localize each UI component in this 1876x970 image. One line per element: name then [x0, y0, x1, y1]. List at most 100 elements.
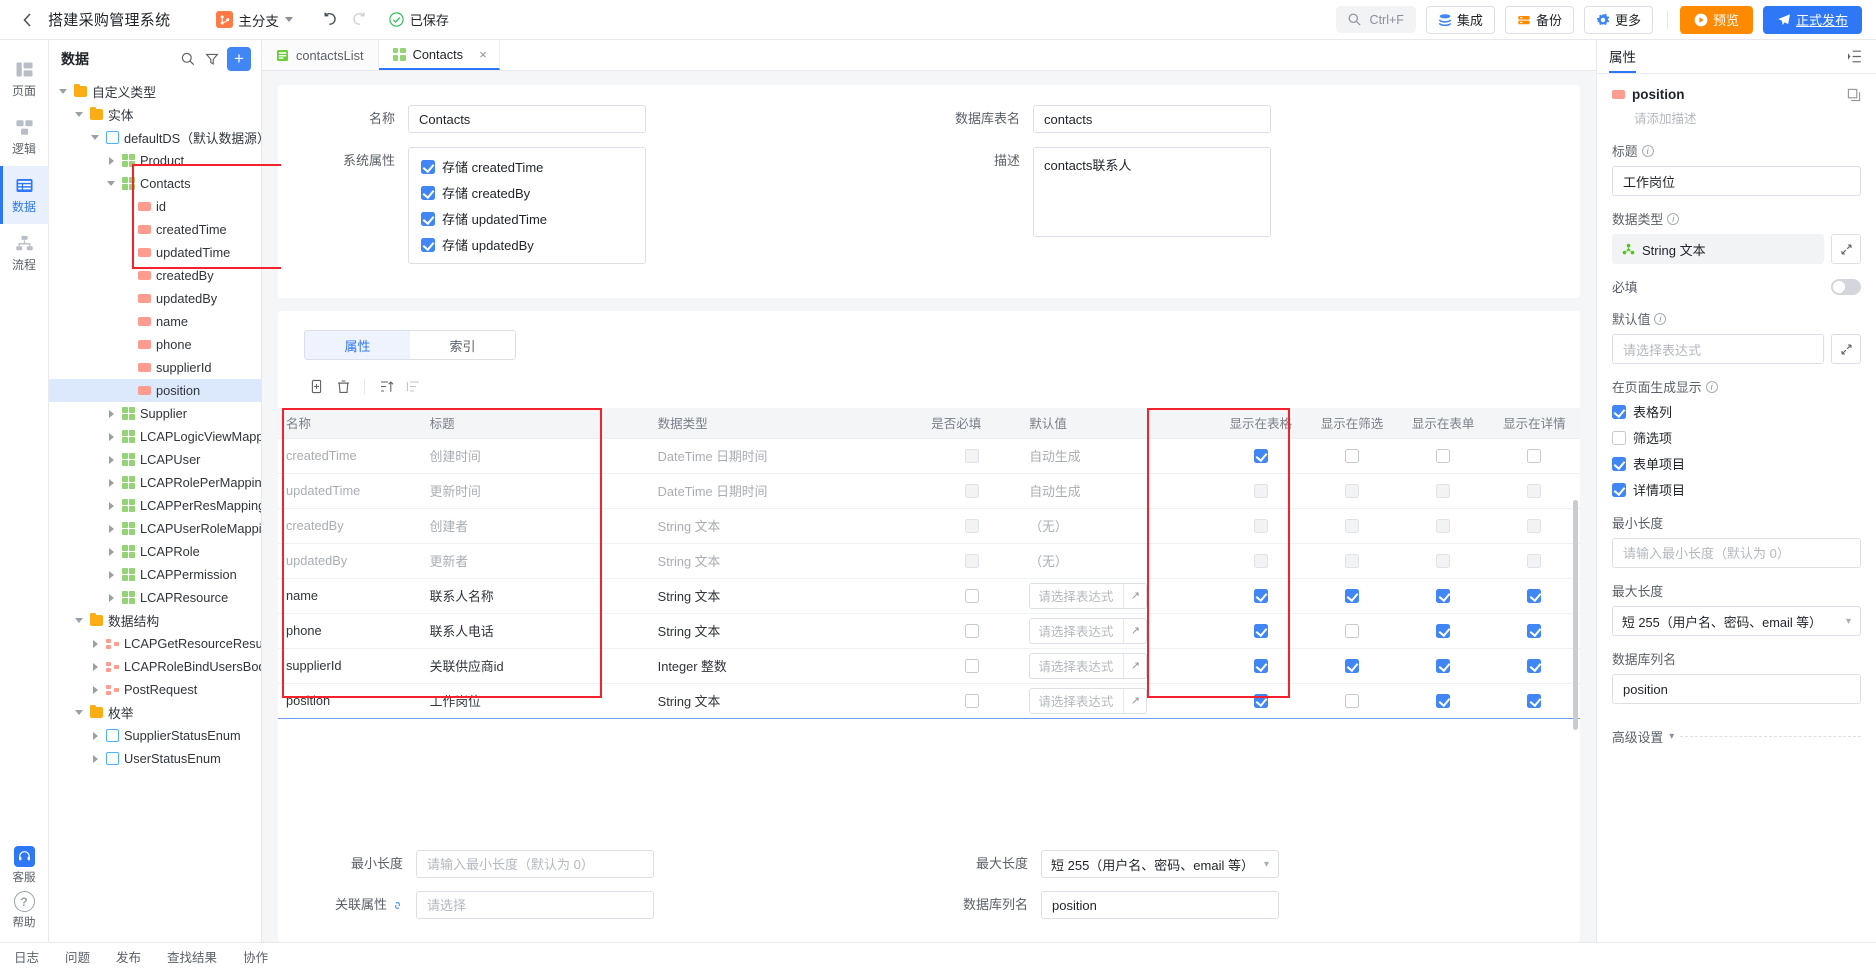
twisty-icon[interactable]: [105, 500, 117, 512]
table-row[interactable]: name 联系人名称 String 文本 请选择表达式 ↗: [278, 578, 1580, 614]
tree-node[interactable]: createdBy: [49, 264, 261, 287]
cell-in-form[interactable]: [1397, 473, 1489, 509]
cell-in-filter[interactable]: [1306, 438, 1398, 474]
cell-in-detail[interactable]: [1488, 682, 1580, 719]
tree-node[interactable]: LCAPUser: [49, 448, 261, 471]
checkbox-icon[interactable]: [1527, 693, 1542, 708]
table-row[interactable]: supplierId 关联供应商id Integer 整数 请选择表达式 ↗: [278, 648, 1580, 684]
cell-in-table[interactable]: [1215, 682, 1307, 719]
publish-button[interactable]: 正式发布: [1762, 5, 1862, 34]
info-icon[interactable]: i: [1641, 144, 1654, 157]
checkbox-icon[interactable]: [1253, 588, 1268, 603]
tab-contactsList[interactable]: contactsList: [262, 40, 379, 70]
tree-node[interactable]: LCAPRoleBindUsersBody: [49, 655, 261, 678]
tree-node[interactable]: LCAPLogicViewMapping: [49, 425, 261, 448]
tree-node[interactable]: Supplier: [49, 402, 261, 425]
checkbox-icon[interactable]: [1436, 693, 1451, 708]
checkbox-icon[interactable]: [1253, 448, 1268, 463]
cell-in-filter[interactable]: [1306, 508, 1398, 544]
cell-in-detail[interactable]: [1488, 613, 1580, 649]
status-bar[interactable]: 日志 问题 发布 查找结果 协作: [0, 942, 1876, 970]
tree-node[interactable]: 实体: [49, 103, 261, 126]
editor-tabs[interactable]: contactsList Contacts ×: [262, 40, 1596, 71]
twisty-icon[interactable]: [121, 385, 133, 397]
search-icon[interactable]: [176, 47, 200, 71]
tree-node[interactable]: LCAPGetResourceResult: [49, 632, 261, 655]
cell-in-table[interactable]: [1215, 508, 1307, 544]
pagegen-checkbox-form-item[interactable]: 表单项目: [1612, 454, 1861, 473]
tree-node[interactable]: name: [49, 310, 261, 333]
maxlen-select[interactable]: 短 255（用户名、密码、email 等） ▾: [1041, 850, 1279, 878]
cell-in-detail[interactable]: [1488, 473, 1580, 509]
cell-in-detail[interactable]: [1488, 578, 1580, 614]
cell-in-detail[interactable]: [1488, 648, 1580, 684]
expand-icon[interactable]: [1831, 234, 1861, 264]
twisty-icon[interactable]: [57, 86, 69, 98]
back-icon[interactable]: [14, 7, 40, 33]
tree-node[interactable]: 枚举: [49, 701, 261, 724]
status-bar-item[interactable]: 查找结果: [167, 947, 217, 966]
tree-node[interactable]: defaultDS（默认数据源）: [49, 126, 261, 149]
twisty-icon[interactable]: [105, 454, 117, 466]
twisty-icon[interactable]: [121, 224, 133, 236]
advanced-settings-row[interactable]: 高级设置 ▾: [1612, 727, 1861, 746]
twisty-icon[interactable]: [89, 684, 101, 696]
attributes-table-body[interactable]: createdTime 创建时间 DateTime 日期时间 自动生成 upda…: [278, 438, 1580, 719]
filter-icon[interactable]: [200, 47, 224, 71]
twisty-icon[interactable]: [89, 661, 101, 673]
tree-node[interactable]: SupplierStatusEnum: [49, 724, 261, 747]
checkbox-icon[interactable]: [1344, 658, 1359, 673]
sidebar-item-data[interactable]: 数据: [0, 166, 49, 224]
cell-in-table[interactable]: [1215, 578, 1307, 614]
cell-required[interactable]: [923, 508, 1022, 544]
default-expression-input[interactable]: 请选择表达式: [1612, 334, 1824, 364]
cell-required[interactable]: [923, 438, 1022, 474]
twisty-icon[interactable]: [89, 753, 101, 765]
more-button[interactable]: 更多: [1583, 5, 1653, 34]
rp-maxlen-select[interactable]: 短 255（用户名、密码、email 等） ▾: [1612, 606, 1861, 636]
status-bar-item[interactable]: 协作: [243, 947, 268, 966]
attr-segmented-control[interactable]: 属性 索引: [304, 330, 516, 360]
table-row[interactable]: position 工作岗位 String 文本 请选择表达式 ↗: [278, 682, 1580, 719]
cell-in-filter[interactable]: [1306, 543, 1398, 579]
cell-in-table[interactable]: [1215, 473, 1307, 509]
dbcol-input[interactable]: [1041, 891, 1279, 919]
tree-node[interactable]: LCAPResource: [49, 586, 261, 609]
cell-default[interactable]: 请选择表达式 ↗: [1021, 613, 1216, 649]
cell-in-filter[interactable]: [1306, 578, 1398, 614]
cell-in-filter[interactable]: [1306, 682, 1398, 719]
add-icon[interactable]: +: [227, 47, 251, 71]
twisty-icon[interactable]: [121, 339, 133, 351]
checkbox-icon[interactable]: [965, 588, 980, 603]
cell-in-form[interactable]: [1397, 648, 1489, 684]
checkbox-icon[interactable]: [1436, 588, 1451, 603]
copy-icon[interactable]: [1847, 88, 1861, 102]
tree-node[interactable]: createdTime: [49, 218, 261, 241]
twisty-icon[interactable]: [121, 316, 133, 328]
cell-required[interactable]: [923, 682, 1022, 719]
backup-button[interactable]: 备份: [1504, 5, 1574, 34]
tree-node[interactable]: LCAPPermission: [49, 563, 261, 586]
cell-default[interactable]: 自动生成: [1021, 473, 1216, 509]
sidebar-item-flow[interactable]: 流程: [0, 224, 49, 282]
checkbox-icon[interactable]: [1436, 448, 1451, 463]
checkbox-icon[interactable]: [1527, 623, 1542, 638]
tree-node[interactable]: phone: [49, 333, 261, 356]
tab-attributes[interactable]: 属性: [305, 331, 410, 359]
cell-in-table[interactable]: [1215, 613, 1307, 649]
cell-in-detail[interactable]: [1488, 508, 1580, 544]
checkbox-icon[interactable]: [1527, 658, 1542, 673]
checkbox-icon[interactable]: [1344, 623, 1359, 638]
checkbox-icon[interactable]: [1344, 448, 1359, 463]
tree-node[interactable]: UserStatusEnum: [49, 747, 261, 770]
status-bar-item[interactable]: 问题: [65, 947, 90, 966]
sysattr-checkbox-createdby[interactable]: 存储 createdBy: [421, 183, 633, 202]
default-expression-cell[interactable]: 请选择表达式 ↗: [1029, 617, 1148, 644]
title-input[interactable]: [1612, 166, 1861, 196]
sysattr-checkbox-createdtime[interactable]: 存储 createdTime: [421, 157, 633, 176]
table-row[interactable]: createdBy 创建者 String 文本 （无）: [278, 508, 1580, 544]
field-description[interactable]: 请添加描述: [1634, 108, 1861, 127]
twisty-icon[interactable]: [121, 362, 133, 374]
tree-node[interactable]: LCAPPerResMapping: [49, 494, 261, 517]
twisty-icon[interactable]: [121, 247, 133, 259]
